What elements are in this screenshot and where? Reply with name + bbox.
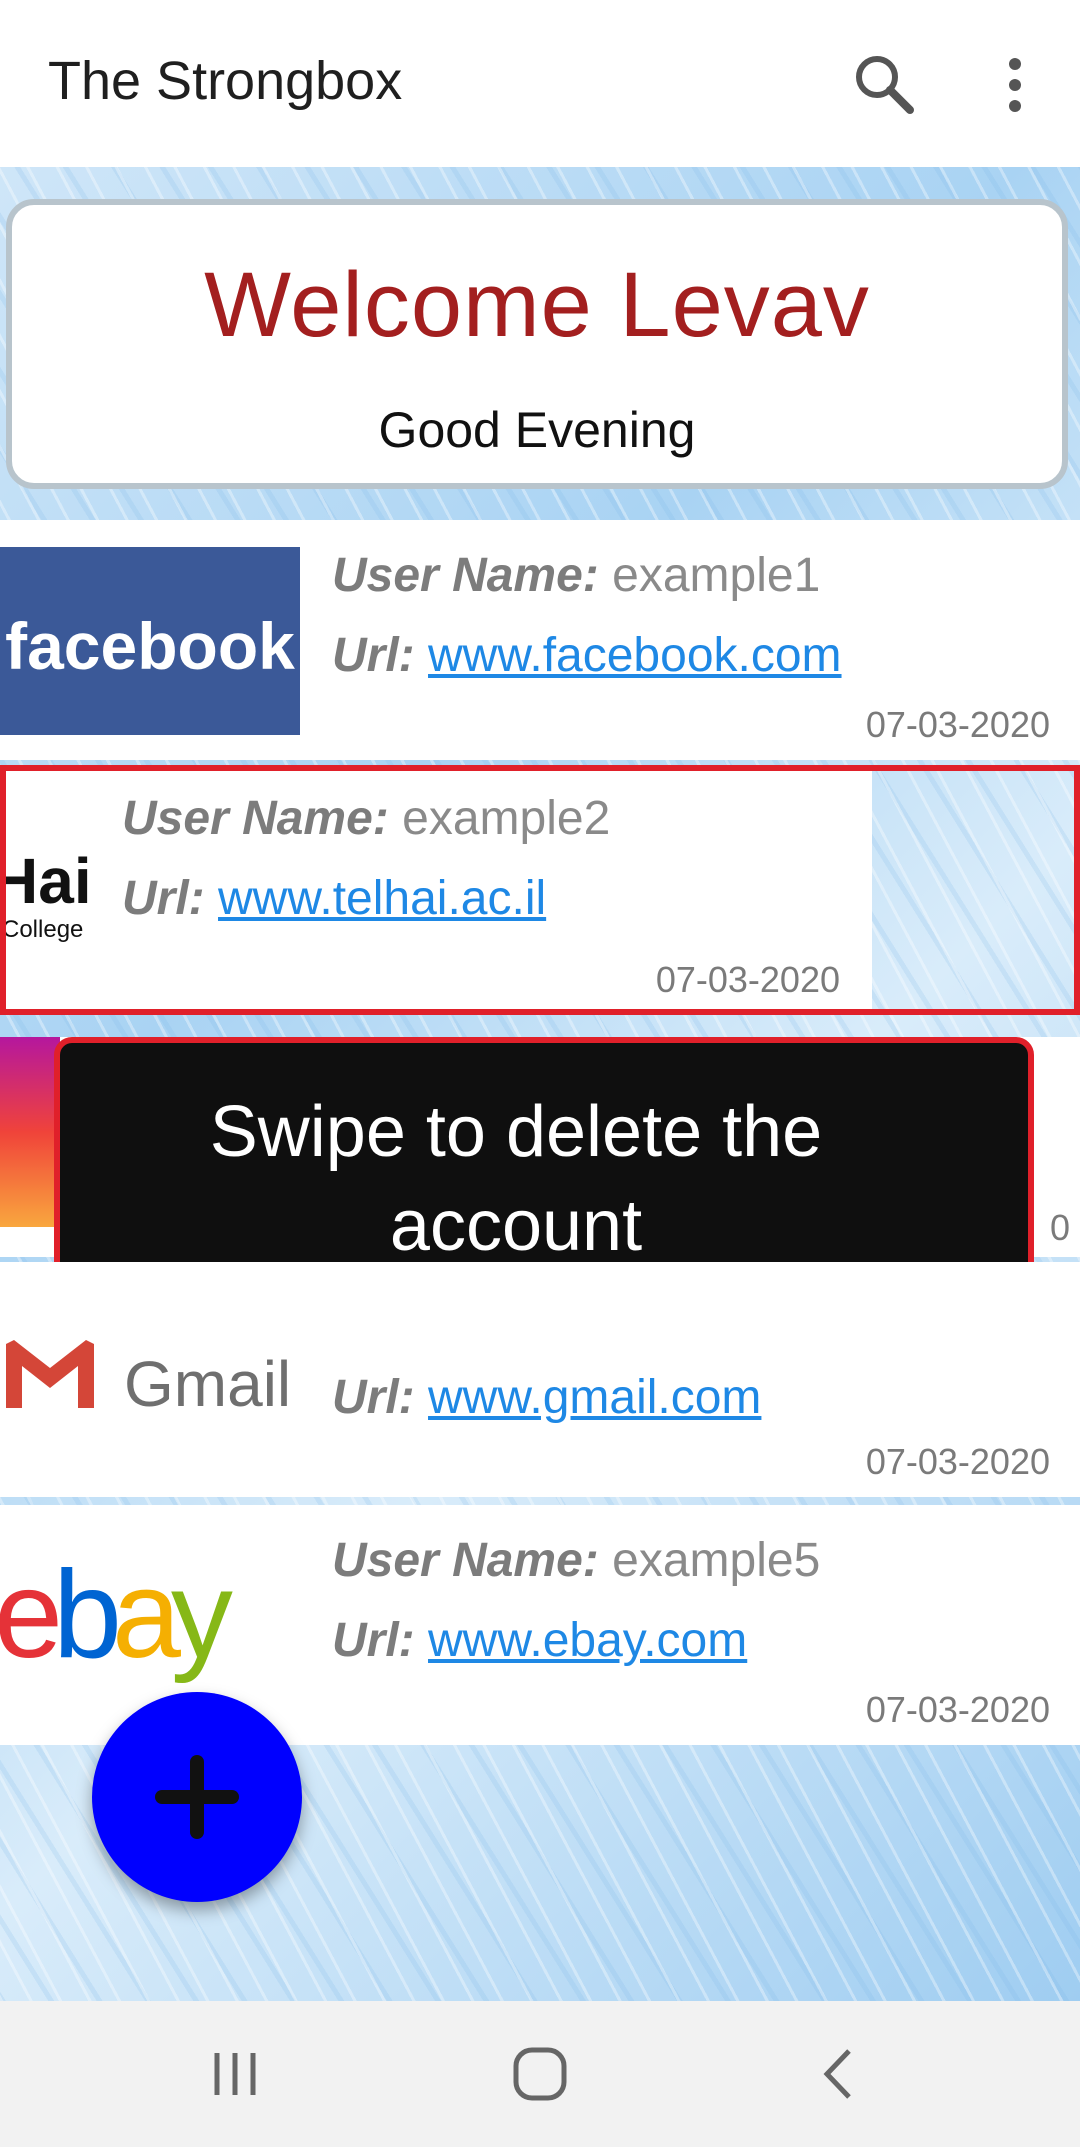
date-text: 07-03-2020	[655, 959, 840, 1000]
welcome-card: Welcome Levav Good Evening	[6, 199, 1068, 489]
telhai-logo: Hai College	[0, 805, 100, 975]
url-label: Url:	[332, 1371, 415, 1424]
telhai-logo-text: Hai	[0, 845, 92, 917]
app-title: The Strongbox	[48, 51, 403, 111]
url-label: Url:	[122, 872, 205, 925]
username-value: example2	[402, 792, 611, 845]
username-label: User Name:	[122, 792, 389, 845]
welcome-title: Welcome Levav	[204, 254, 870, 356]
home-button[interactable]	[505, 2039, 575, 2109]
url-line: Url: www.facebook.com	[332, 628, 842, 683]
username-value: example1	[612, 549, 821, 602]
account-row-gmail[interactable]: Gmail Url: www.gmail.com 07-03-2020	[0, 1262, 1080, 1497]
tooltip-line-1: Swipe to delete the	[209, 1092, 823, 1172]
recents-icon	[214, 2053, 256, 2095]
account-row-telhai[interactable]: Hai College User Name: example2 Url: www…	[0, 765, 1080, 1015]
username-value: example5	[612, 1534, 821, 1587]
add-account-button[interactable]	[92, 1692, 302, 1902]
more-vert-icon	[1009, 58, 1021, 112]
url-link[interactable]: www.ebay.com	[428, 1614, 747, 1667]
instagram-logo	[0, 1037, 60, 1227]
username-line: User Name: example2	[122, 791, 610, 846]
url-link[interactable]: www.facebook.com	[428, 629, 842, 682]
date-text: 0	[1049, 1207, 1070, 1248]
url-label: Url:	[332, 629, 415, 682]
username-label: User Name:	[332, 1534, 599, 1587]
system-nav-bar	[0, 2001, 1080, 2147]
date-text: 07-03-2020	[865, 1441, 1050, 1482]
back-icon	[823, 2049, 851, 2099]
search-icon	[856, 56, 914, 114]
username-line: User Name: example1	[332, 548, 820, 603]
greeting-text: Good Evening	[378, 402, 696, 458]
app-bar: The Strongbox	[0, 0, 1080, 167]
url-line: Url: www.ebay.com	[332, 1613, 747, 1668]
more-options-button[interactable]	[980, 50, 1050, 120]
facebook-logo: facebook	[0, 547, 300, 735]
url-label: Url:	[332, 1614, 415, 1667]
date-text: 07-03-2020	[865, 704, 1050, 745]
ebay-logo: ebay	[0, 1545, 300, 1695]
date-text: 07-03-2020	[865, 1689, 1050, 1730]
username-label: User Name:	[332, 549, 599, 602]
url-line: Url: www.telhai.ac.il	[122, 871, 546, 926]
account-row-facebook[interactable]: facebook User Name: example1 Url: www.fa…	[0, 520, 1080, 760]
gmail-logo-text: Gmail	[124, 1348, 291, 1420]
plus-icon	[155, 1755, 239, 1839]
url-line: Url: www.gmail.com	[332, 1370, 761, 1425]
search-button[interactable]	[850, 50, 920, 120]
back-button[interactable]	[805, 2039, 875, 2109]
home-icon	[513, 2047, 567, 2101]
tooltip-line-2: account	[389, 1186, 643, 1266]
swiped-row-surface[interactable]: Hai College User Name: example2 Url: www…	[0, 765, 872, 1015]
gmail-logo: Gmail	[0, 1322, 300, 1432]
tooltip-text: Swipe to delete the account	[106, 1085, 926, 1273]
recents-button[interactable]	[200, 2039, 270, 2109]
ebay-logo-text: ebay	[0, 1546, 233, 1684]
url-link[interactable]: www.gmail.com	[428, 1371, 761, 1424]
facebook-logo-text: facebook	[5, 609, 295, 683]
url-link[interactable]: www.telhai.ac.il	[218, 872, 546, 925]
username-line: User Name: example5	[332, 1533, 820, 1588]
telhai-logo-subtext: College	[2, 916, 83, 943]
